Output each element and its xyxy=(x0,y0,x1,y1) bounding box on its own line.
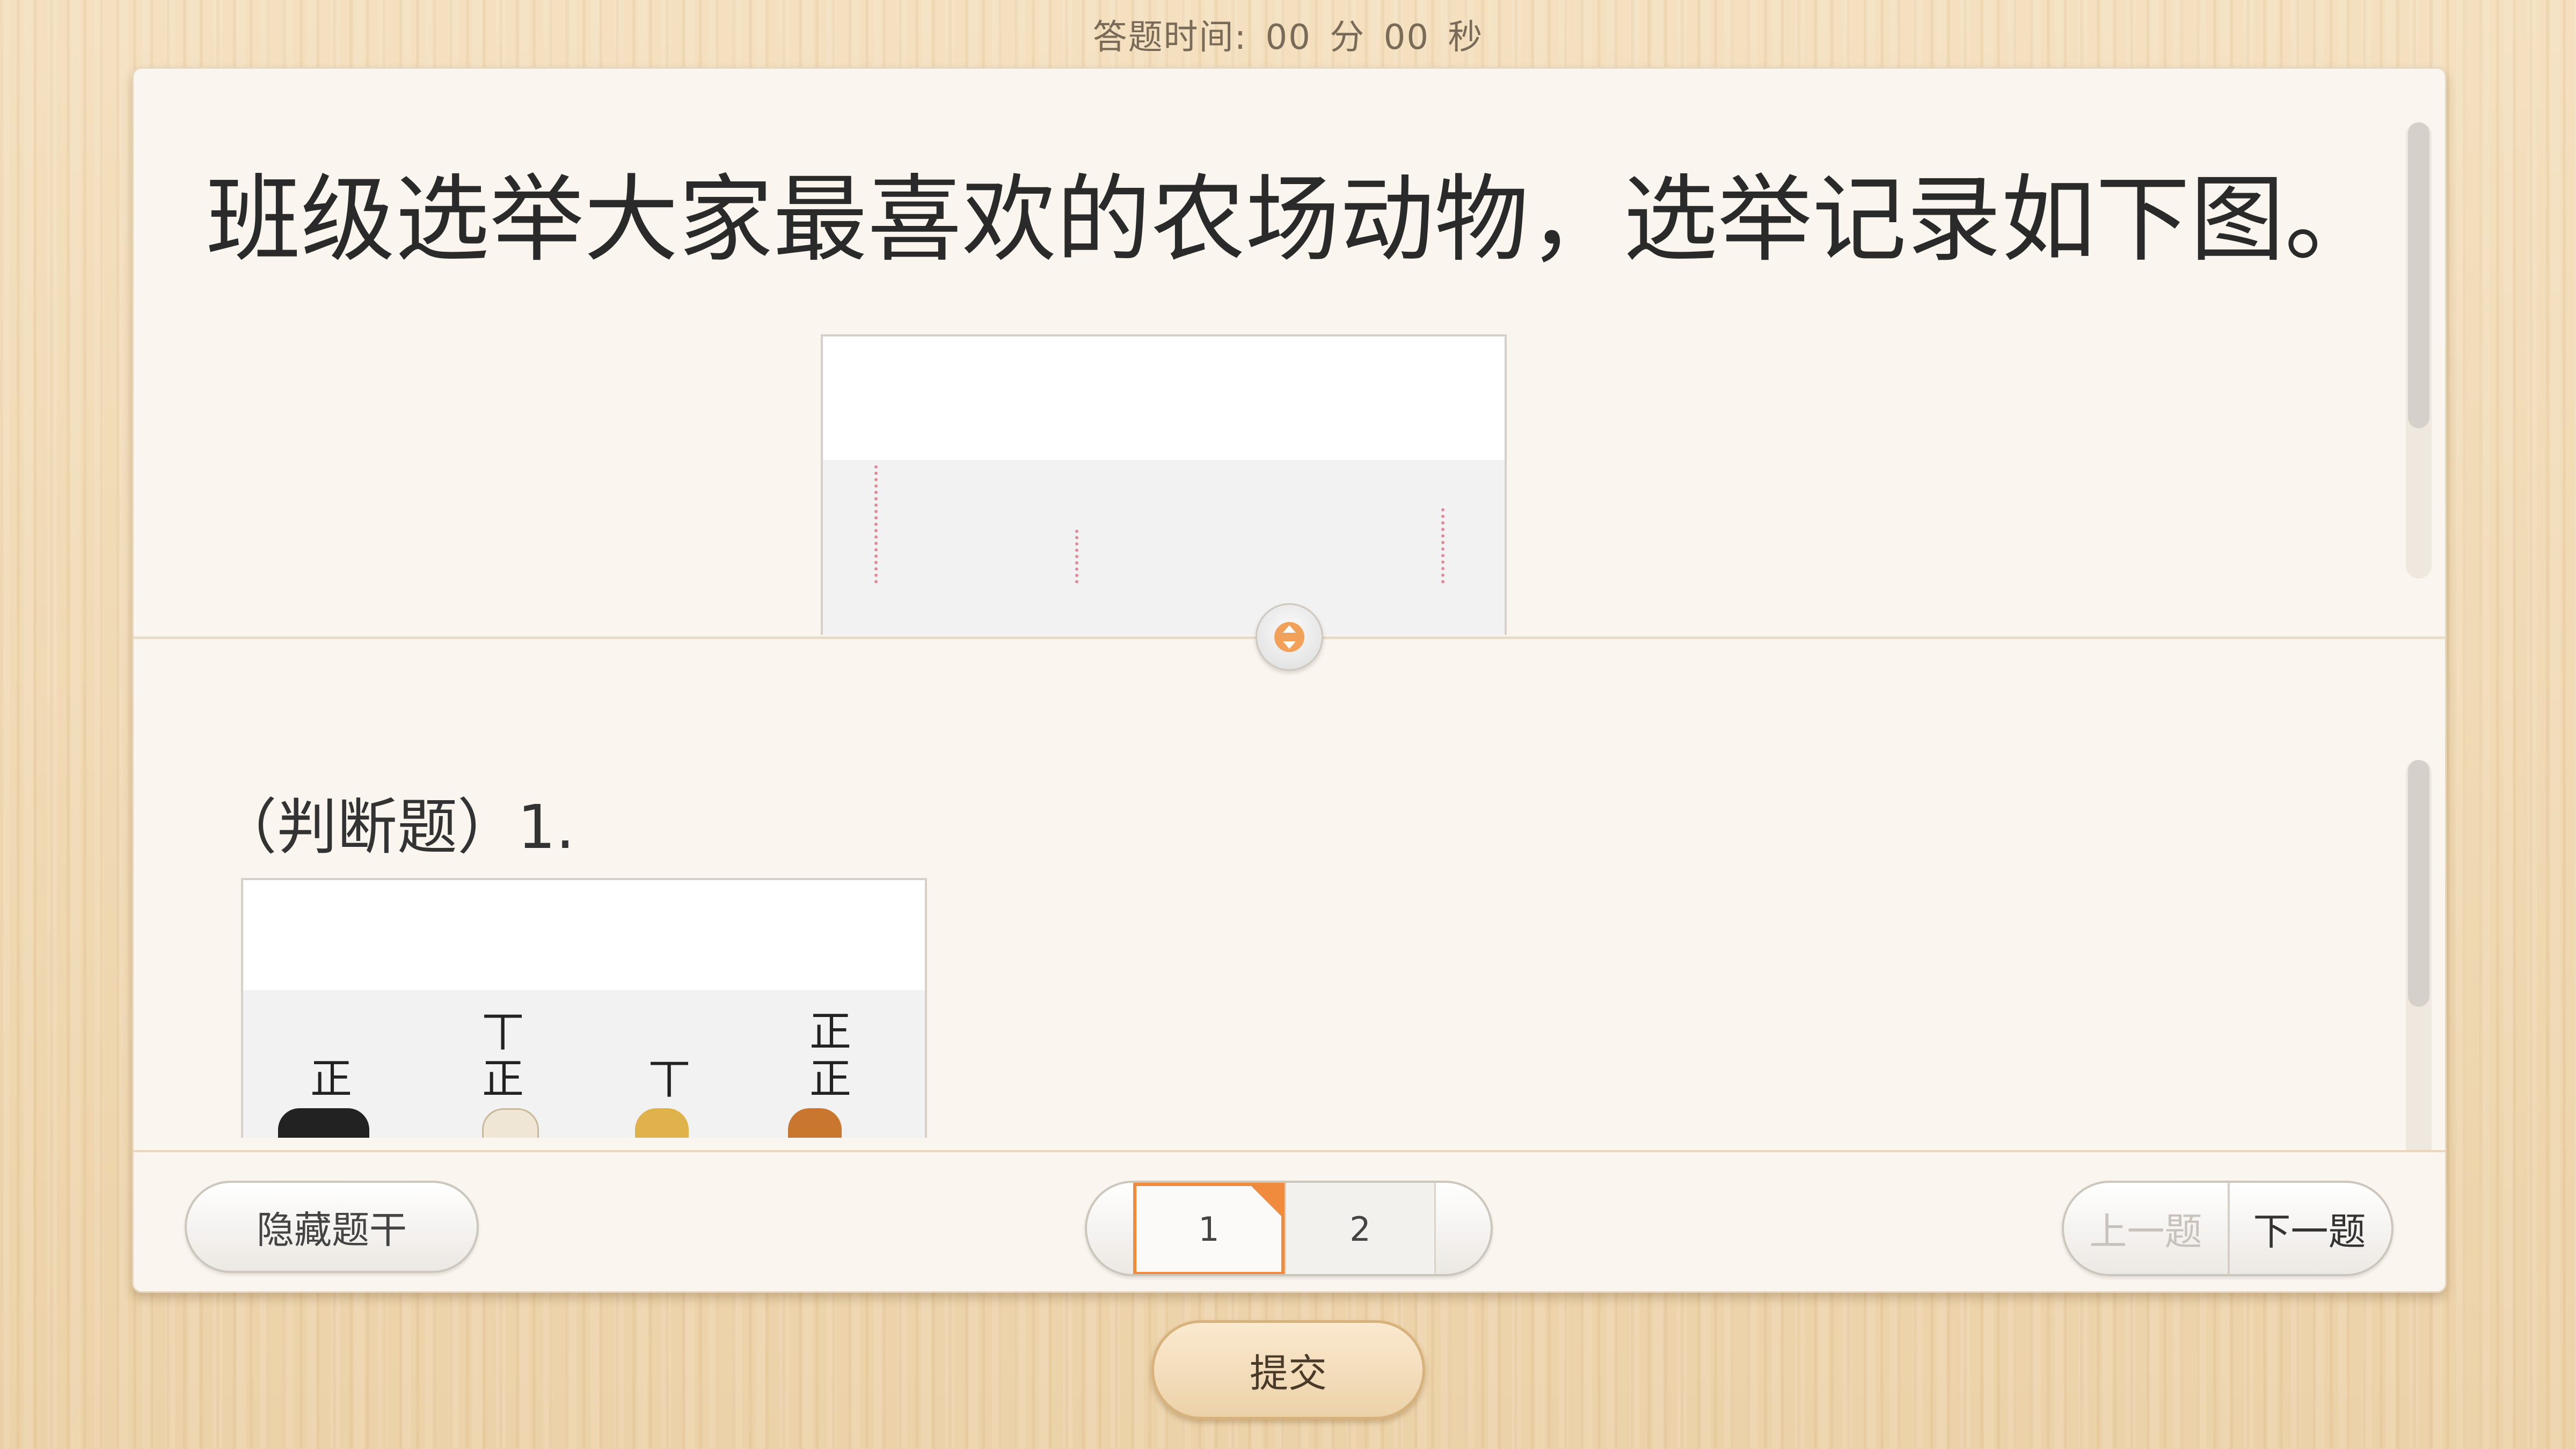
hide-stem-button[interactable]: 隐藏题干 xyxy=(185,1181,479,1273)
sub-scrollbar-thumb[interactable] xyxy=(2408,760,2429,1007)
cow-image xyxy=(278,1108,369,1138)
question-stem-text: 班级选举大家最喜欢的农场动物，选举记录如下图。 xyxy=(206,165,2380,275)
tally-mark: 丅 xyxy=(648,1055,691,1103)
next-question-button[interactable]: 下一题 xyxy=(2228,1183,2391,1274)
timer-seconds-unit: 秒 xyxy=(1448,18,1484,57)
tally-mark: 正 xyxy=(809,1055,852,1103)
question-stem-panel: 班级选举大家最喜欢的农场动物，选举记录如下图。 xyxy=(134,69,2445,635)
stem-chart-image xyxy=(821,334,1507,635)
timer-minutes: 00 xyxy=(1265,18,1311,57)
chick-image xyxy=(635,1108,689,1138)
card-footer: 隐藏题干 1 2 上一题 下一题 xyxy=(134,1150,2445,1291)
sub-scrollbar[interactable] xyxy=(2406,760,2432,1168)
sub-question-title: （判断题）1. xyxy=(217,793,575,862)
tally-mark: 正 xyxy=(310,1055,353,1103)
timer-seconds: 00 xyxy=(1383,18,1430,57)
stem-dotted-line xyxy=(1075,530,1078,583)
stem-image-band xyxy=(823,460,1505,635)
page-1-label: 1 xyxy=(1198,1209,1220,1249)
sub-question-image: 正 丅 正 丅 正 正 xyxy=(241,878,927,1138)
page-2-button[interactable]: 2 xyxy=(1285,1183,1436,1274)
stem-dotted-line xyxy=(874,465,878,583)
sub-question-panel: （判断题）1. 正 丅 正 丅 正 正 xyxy=(134,642,2445,1179)
page-2-label: 2 xyxy=(1349,1209,1371,1249)
prev-question-button[interactable]: 上一题 xyxy=(2064,1183,2230,1274)
timer-minutes-unit: 分 xyxy=(1330,18,1366,57)
question-pager: 1 2 xyxy=(1085,1181,1493,1276)
submit-button[interactable]: 提交 xyxy=(1151,1320,1425,1419)
question-card: 班级选举大家最喜欢的农场动物，选举记录如下图。 （判断题）1. 正 丅 正 丅 … xyxy=(132,67,2447,1293)
answer-timer: 答题时间: 00 分 00 秒 xyxy=(0,10,2576,59)
bookmark-flag-icon xyxy=(1250,1185,1282,1217)
stem-scrollbar-thumb[interactable] xyxy=(2408,122,2429,428)
dog-image xyxy=(788,1108,842,1138)
page-1-button[interactable]: 1 xyxy=(1133,1183,1285,1274)
timer-label: 答题时间: xyxy=(1092,18,1247,57)
sheep-image xyxy=(482,1108,539,1138)
question-nav: 上一题 下一题 xyxy=(2062,1181,2393,1276)
stem-scrollbar[interactable] xyxy=(2406,122,2432,579)
tally-mark: 正 xyxy=(482,1055,524,1103)
stem-dotted-line xyxy=(1441,508,1444,583)
